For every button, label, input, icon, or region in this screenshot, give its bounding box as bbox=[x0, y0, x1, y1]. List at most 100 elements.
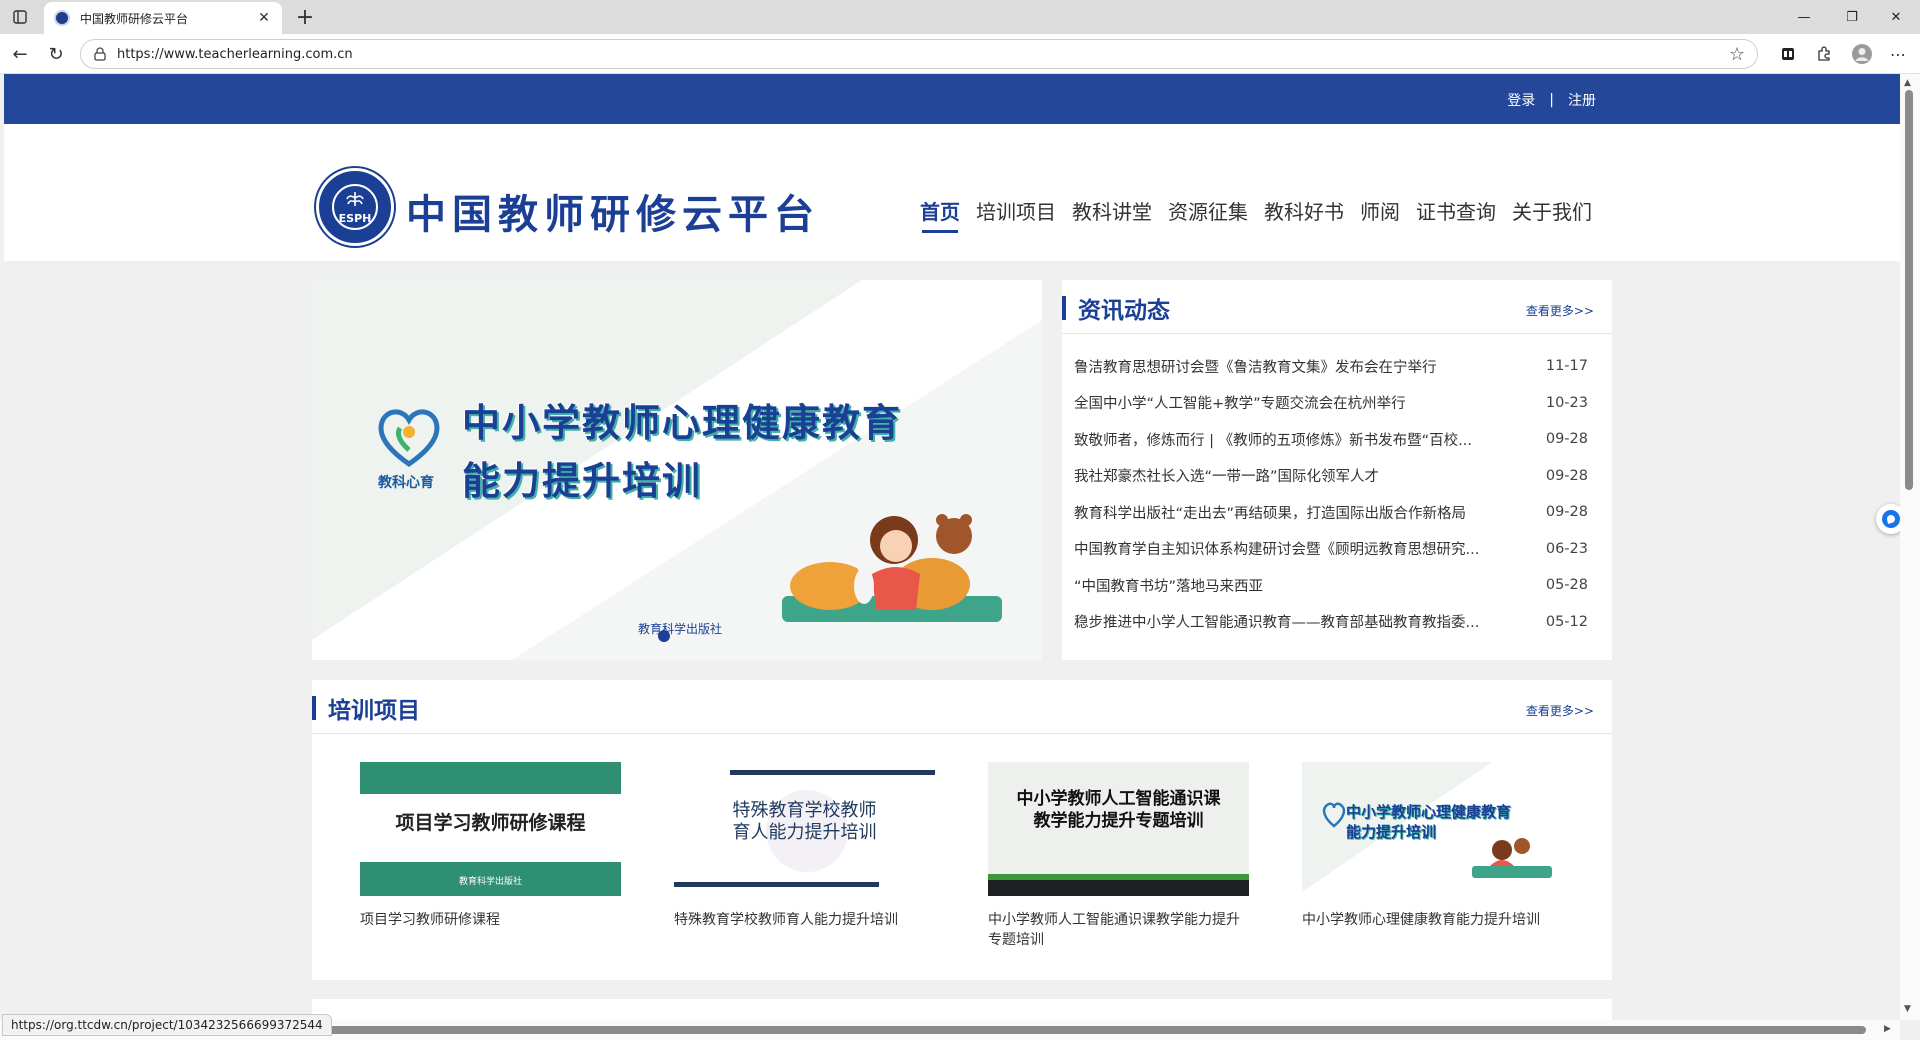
horizontal-scroll-thumb[interactable] bbox=[286, 1026, 1866, 1034]
card-thumbnail[interactable]: 中小学教师人工智能通识课 教学能力提升专题培训 bbox=[988, 762, 1249, 896]
nav-item-certificates[interactable]: 证书查询 bbox=[1416, 196, 1496, 233]
hero-banner[interactable]: 教科心育 中小学教师心理健康教育 能力提升培训 教育科学出版社 bbox=[312, 280, 1042, 660]
nav-item-reading[interactable]: 师阅 bbox=[1360, 196, 1400, 233]
thumb-title-line2: 教学能力提升专题培训 bbox=[1033, 811, 1204, 831]
news-item-date: 05-28 bbox=[1545, 577, 1588, 594]
news-item-title: 中国教育学自主知识体系构建研讨会暨《顾明远教育思想研究... bbox=[1074, 542, 1480, 559]
card-caption[interactable]: 特殊教育学校教师育人能力提升培训 bbox=[674, 910, 935, 930]
new-tab-plus-icon[interactable]: + bbox=[292, 4, 318, 30]
tab-close-icon[interactable]: ✕ bbox=[256, 10, 272, 26]
banner-title: 中小学教师心理健康教育 能力提升培训 bbox=[462, 394, 902, 510]
card-caption[interactable]: 中小学教师人工智能通识课教学能力提升专题培训 bbox=[988, 910, 1249, 950]
site-favicon-icon bbox=[54, 10, 70, 26]
scroll-right-icon[interactable]: ▶ bbox=[1884, 1024, 1891, 1034]
training-card[interactable]: 项目学习教师研修课程 教育科学出版社 项目学习教师研修课程 bbox=[360, 762, 621, 950]
restore-icon[interactable]: ❐ bbox=[1832, 4, 1872, 30]
news-item-date: 10-23 bbox=[1545, 394, 1588, 411]
news-item-date: 11-17 bbox=[1545, 358, 1588, 375]
news-item[interactable]: 我社郑豪杰社长入选“一带一路”国际化领军人才 09-28 bbox=[1074, 458, 1588, 495]
carousel-indicator[interactable] bbox=[658, 630, 670, 642]
news-panel-header: 资讯动态 查看更多>> bbox=[1062, 280, 1612, 334]
url-input[interactable]: https://www.teacherlearning.com.cn ☆ bbox=[80, 39, 1758, 69]
next-section-panel bbox=[312, 999, 1612, 1020]
nav-item-home[interactable]: 首页 bbox=[920, 196, 960, 233]
training-more-link[interactable]: 查看更多>> bbox=[1526, 702, 1594, 719]
vertical-scrollbar[interactable]: ▲ ▼ bbox=[1900, 74, 1920, 1020]
news-item-title: 鲁洁教育思想研讨会暨《鲁洁教育文集》发布会在宁举行 bbox=[1074, 359, 1437, 376]
thumb-title-line1: 中小学教师人工智能通识课 bbox=[1016, 789, 1221, 809]
more-menu-icon[interactable]: ⋯ bbox=[1886, 42, 1910, 66]
training-cards: 项目学习教师研修课程 教育科学出版社 项目学习教师研修课程 特殊教育学校教师 育… bbox=[360, 762, 1563, 950]
thumb-title: 特殊教育学校教师 育人能力提升培训 bbox=[674, 800, 935, 844]
news-item-date: 05-12 bbox=[1545, 613, 1588, 630]
profile-avatar-icon[interactable] bbox=[1850, 42, 1874, 66]
card-caption[interactable]: 中小学教师心理健康教育能力提升培训 bbox=[1302, 910, 1563, 930]
training-card[interactable]: 特殊教育学校教师 育人能力提升培训 特殊教育学校教师育人能力提升培训 bbox=[674, 762, 935, 950]
site-header: ESPH 中国教师研修云平台 首页 培训项目 教科讲堂 资源征集 教科好书 师阅… bbox=[4, 124, 1900, 261]
news-item-title: 稳步推进中小学人工智能通识教育——教育部基础教育教指委... bbox=[1074, 615, 1480, 632]
news-item[interactable]: 中国教育学自主知识体系构建研讨会暨《顾明远教育思想研究... 06-23 bbox=[1074, 531, 1588, 568]
collections-icon[interactable] bbox=[1776, 42, 1800, 66]
news-item-title: “中国教育书坊”落地马来西亚 bbox=[1074, 578, 1264, 595]
news-item[interactable]: 鲁洁教育思想研讨会暨《鲁洁教育文集》发布会在宁举行 11-17 bbox=[1074, 348, 1588, 385]
scroll-down-icon[interactable]: ▼ bbox=[1904, 1004, 1911, 1014]
page-viewport: 登录 | 注册 ESPH 中国教师研修云平台 首页 培训项目 教科讲堂 资源征集… bbox=[4, 74, 1900, 1020]
scroll-up-icon[interactable]: ▲ bbox=[1904, 78, 1911, 88]
news-item-date: 09-28 bbox=[1545, 431, 1588, 448]
tab-actions-icon[interactable] bbox=[8, 6, 32, 28]
heart-logo-icon bbox=[378, 409, 440, 468]
thumb-band bbox=[360, 762, 621, 794]
news-item-title: 全国中小学“人工智能+教学”专题交流会在杭州举行 bbox=[1074, 396, 1406, 413]
news-more-link[interactable]: 查看更多>> bbox=[1526, 302, 1594, 319]
thumb-publisher: 教育科学出版社 bbox=[458, 877, 522, 887]
news-item-date: 09-28 bbox=[1545, 504, 1588, 521]
thumb-title-line2: 育人能力提升培训 bbox=[732, 822, 877, 843]
news-item[interactable]: 教育科学出版社“走出去”再结硕果，打造国际出版合作新格局 09-28 bbox=[1074, 494, 1588, 531]
browser-tab[interactable]: 中国教师研修云平台 ✕ bbox=[44, 2, 282, 34]
training-card[interactable]: 中小学教师人工智能通识课 教学能力提升专题培训 中小学教师人工智能通识课教学能力… bbox=[988, 762, 1249, 950]
card-thumbnail[interactable]: 特殊教育学校教师 育人能力提升培训 bbox=[674, 762, 935, 896]
browser-tab-bar: 中国教师研修云平台 ✕ + — ❐ ✕ bbox=[0, 0, 1920, 34]
window-close-icon[interactable]: ✕ bbox=[1876, 4, 1916, 30]
news-item-title: 致敬师者，修炼而行 | 《教师的五项修炼》新书发布暨“百校... bbox=[1074, 432, 1472, 449]
register-link[interactable]: 注册 bbox=[1568, 90, 1596, 110]
nav-item-lectures[interactable]: 教科讲堂 bbox=[1072, 196, 1152, 233]
minimize-icon[interactable]: — bbox=[1784, 4, 1824, 30]
vertical-scroll-thumb[interactable] bbox=[1905, 90, 1913, 490]
training-panel: 培训项目 查看更多>> 项目学习教师研修课程 教育科学出版社 项目学习教师研修课… bbox=[312, 680, 1612, 980]
extensions-icon[interactable] bbox=[1812, 42, 1836, 66]
news-item[interactable]: “中国教育书坊”落地马来西亚 05-28 bbox=[1074, 567, 1588, 604]
training-panel-header: 培训项目 查看更多>> bbox=[312, 680, 1612, 734]
nav-item-resources[interactable]: 资源征集 bbox=[1168, 196, 1248, 233]
auth-links: 登录 | 注册 bbox=[1507, 90, 1596, 110]
reload-icon[interactable]: ↻ bbox=[44, 42, 68, 66]
news-item[interactable]: 稳步推进中小学人工智能通识教育——教育部基础教育教指委... 05-12 bbox=[1074, 604, 1588, 641]
login-link[interactable]: 登录 bbox=[1507, 90, 1535, 110]
news-item-title: 教育科学出版社“走出去”再结硕果，打造国际出版合作新格局 bbox=[1074, 505, 1467, 522]
auth-separator: | bbox=[1549, 92, 1554, 108]
thumb-title: 中小学教师人工智能通识课 教学能力提升专题培训 bbox=[988, 788, 1249, 832]
news-item[interactable]: 致敬师者，修炼而行 | 《教师的五项修炼》新书发布暨“百校... 09-28 bbox=[1074, 421, 1588, 458]
news-item[interactable]: 全国中小学“人工智能+教学”专题交流会在杭州举行 10-23 bbox=[1074, 385, 1588, 422]
news-list: 鲁洁教育思想研讨会暨《鲁洁教育文集》发布会在宁举行 11-17 全国中小学“人工智… bbox=[1062, 334, 1612, 640]
thumb-title-line2: 能力提升培训 bbox=[1346, 823, 1437, 841]
nav-item-about[interactable]: 关于我们 bbox=[1512, 196, 1592, 233]
favorite-star-icon[interactable]: ☆ bbox=[1729, 44, 1745, 65]
banner-brand: 教科心育 bbox=[378, 475, 434, 491]
banner-title-line1: 中小学教师心理健康教育 bbox=[462, 401, 903, 445]
thumb-band bbox=[988, 880, 1249, 896]
thumb-rule bbox=[730, 770, 935, 775]
card-thumbnail[interactable]: 中小学教师心理健康教育 能力提升培训 bbox=[1302, 762, 1563, 896]
news-panel: 资讯动态 查看更多>> 鲁洁教育思想研讨会暨《鲁洁教育文集》发布会在宁举行 11-… bbox=[1062, 280, 1612, 660]
card-caption[interactable]: 项目学习教师研修课程 bbox=[360, 910, 621, 930]
nav-item-books[interactable]: 教科好书 bbox=[1264, 196, 1344, 233]
esph-logo-seal-icon[interactable]: ESPH bbox=[316, 168, 394, 246]
back-arrow-icon[interactable]: ← bbox=[8, 42, 32, 66]
card-thumbnail[interactable]: 项目学习教师研修课程 教育科学出版社 bbox=[360, 762, 621, 896]
logo-seal-text: ESPH bbox=[338, 211, 372, 225]
thumb-title-line1: 中小学教师心理健康教育 bbox=[1346, 803, 1512, 821]
nav-item-training[interactable]: 培训项目 bbox=[976, 196, 1056, 233]
training-card[interactable]: 中小学教师心理健康教育 能力提升培训 中小学教师心理健康教育能力提升培训 bbox=[1302, 762, 1563, 950]
site-title[interactable]: 中国教师研修云平台 bbox=[406, 182, 820, 240]
browser-address-bar: ← ↻ https://www.teacherlearning.com.cn ☆… bbox=[0, 34, 1920, 74]
